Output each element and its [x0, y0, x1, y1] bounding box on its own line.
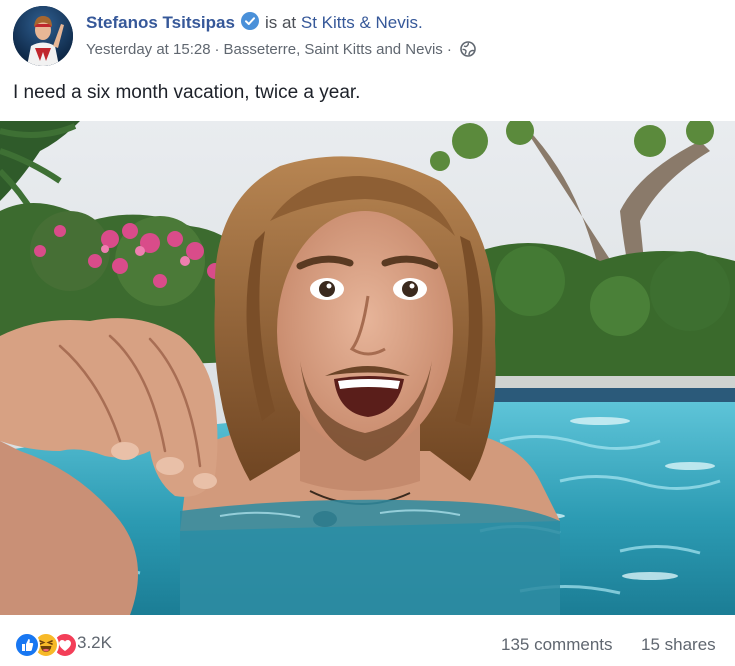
- author-avatar[interactable]: [13, 6, 73, 66]
- checkin-text: is at: [264, 13, 297, 32]
- post-header: Stefanos Tsitsipas is at St Kitts & Nevis…: [0, 0, 735, 70]
- post-timestamp[interactable]: Yesterday at 15:28: [86, 41, 211, 58]
- verified-badge-icon: [240, 12, 259, 30]
- location-text[interactable]: Basseterre, Saint Kitts and Nevis: [224, 41, 443, 58]
- facebook-post: Stefanos Tsitsipas is at St Kitts & Nevis…: [0, 0, 735, 666]
- meta-separator: ·: [446, 41, 452, 58]
- comments-count-link[interactable]: 135 comments: [501, 635, 613, 655]
- post-meta: Yesterday at 15:28 · Basseterre, Saint Kit…: [86, 41, 476, 58]
- post-message: I need a six month vacation, twice a yea…: [13, 82, 361, 103]
- author-name-link[interactable]: Stefanos Tsitsipas: [86, 13, 235, 32]
- reaction-count[interactable]: 3.2K: [77, 633, 112, 653]
- like-reaction-icon: [14, 632, 40, 658]
- shares-count-link[interactable]: 15 shares: [641, 635, 716, 655]
- post-footer: 3.2K 135 comments 15 shares: [0, 615, 735, 666]
- globe-icon[interactable]: [460, 41, 476, 57]
- place-link[interactable]: St Kitts & Nevis.: [301, 13, 423, 32]
- meta-separator: ·: [214, 41, 220, 58]
- author-line: Stefanos Tsitsipas is at St Kitts & Nevis…: [86, 12, 423, 33]
- post-photo[interactable]: [0, 121, 735, 615]
